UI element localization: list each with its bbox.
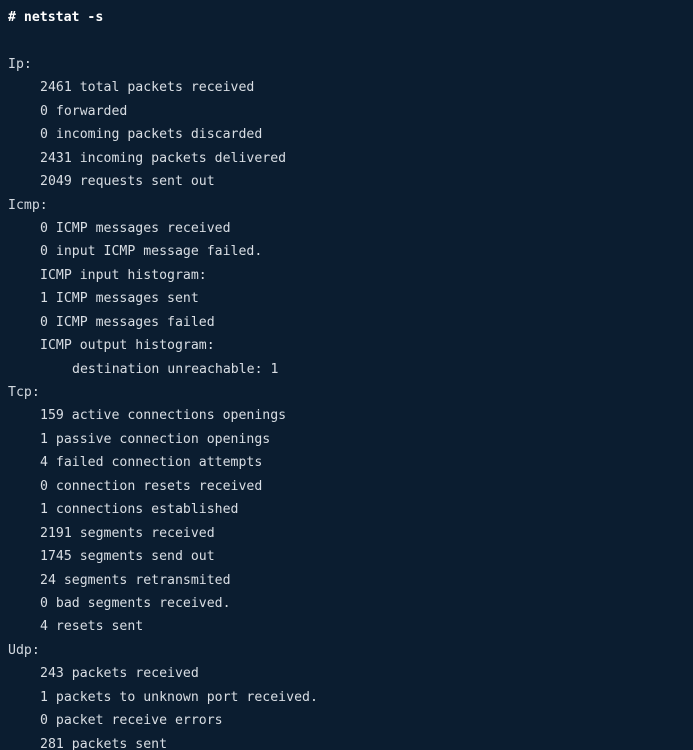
command-prompt-line: # netstat -s (8, 10, 104, 25)
stat-line: 0 incoming packets discarded (40, 127, 263, 143)
stat-line: 281 packets sent (40, 736, 168, 750)
stat-line: 4 failed connection attempts (40, 455, 263, 471)
stat-line: 0 forwarded (40, 103, 128, 119)
stat-line: ICMP output histogram: (40, 338, 215, 354)
section-header-tcp: Tcp: (8, 385, 40, 400)
stat-line: ICMP input histogram: (40, 267, 207, 283)
stat-line: 1 packets to unknown port received. (40, 689, 318, 705)
histogram-entry-line: destination unreachable: 1 (72, 361, 279, 377)
stat-line: 0 bad segments received. (40, 595, 231, 611)
stat-line: 2461 total packets received (40, 80, 255, 96)
stat-line: 1 connections established (40, 502, 239, 518)
stat-line: 2191 segments received (40, 525, 215, 541)
section-header-ip: Ip: (8, 56, 32, 72)
stat-line: 0 ICMP messages failed (40, 314, 215, 330)
stat-line: 1 ICMP messages sent (40, 291, 199, 307)
stat-line: 2049 requests sent out (40, 174, 215, 190)
stat-line: 243 packets received (40, 666, 199, 682)
stat-line: 0 connection resets received (40, 478, 263, 494)
section-header-udp: Udp: (8, 642, 40, 658)
stat-line: 0 ICMP messages received (40, 220, 231, 236)
stat-line: 0 packet receive errors (40, 713, 223, 729)
stat-line: 1745 segments send out (40, 549, 215, 565)
terminal-screen: # netstat -s Ip: 2461 total packets rece… (0, 0, 693, 750)
stat-line: 4 resets sent (40, 619, 144, 635)
stat-line: 1 passive connection openings (40, 431, 271, 447)
stat-line: 159 active connections openings (40, 408, 287, 424)
stat-line: 0 input ICMP message failed. (40, 244, 263, 260)
stat-line: 24 segments retransmited (40, 572, 231, 588)
stat-line: 2431 incoming packets delivered (40, 150, 287, 166)
section-header-icmp: Icmp: (8, 197, 48, 213)
terminal-window[interactable]: # netstat -s Ip: 2461 total packets rece… (0, 0, 693, 750)
